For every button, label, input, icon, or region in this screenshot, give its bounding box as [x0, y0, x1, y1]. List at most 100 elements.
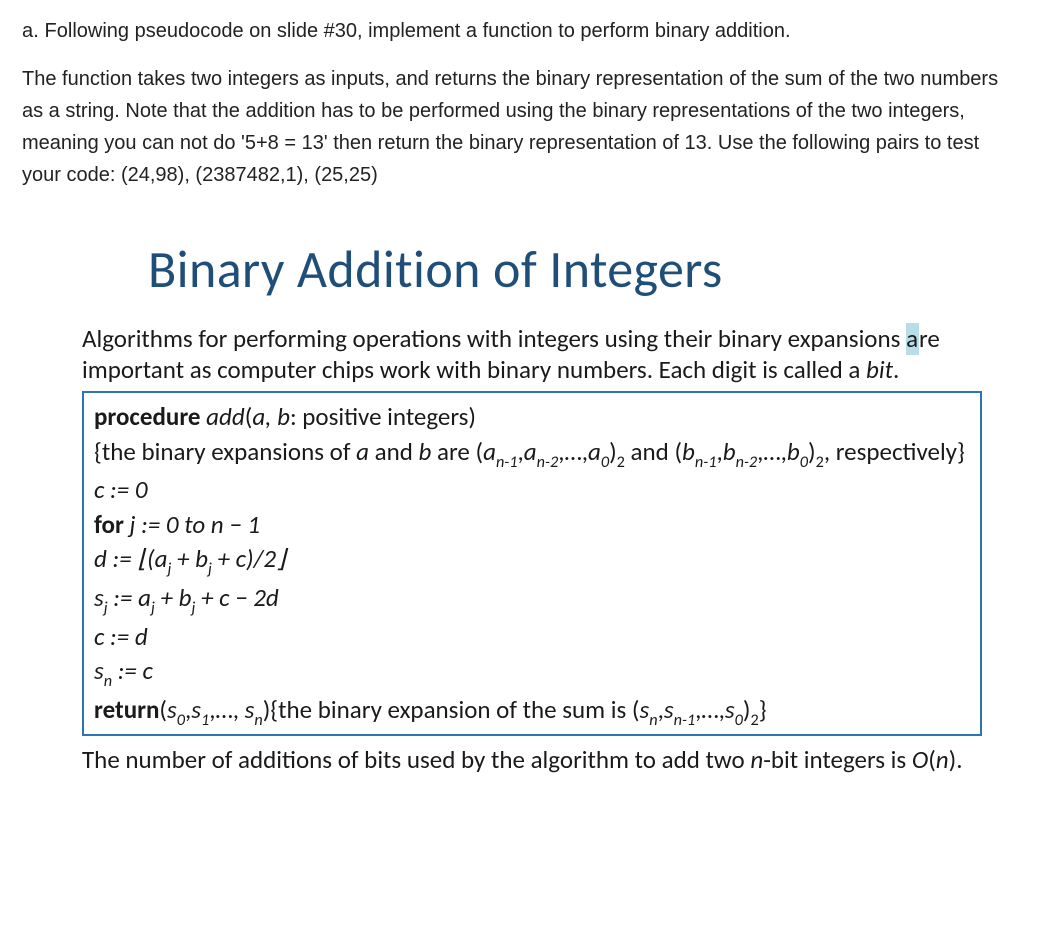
complexity-n: n — [750, 744, 763, 775]
ret-dots2: ,…, — [695, 694, 725, 725]
comma-dots1: ,…, — [558, 436, 588, 467]
kw-procedure: procedure — [94, 401, 206, 432]
intro-pre: Algorithms for performing operations wit… — [82, 323, 906, 354]
comma-dots1b: ,…, — [757, 436, 787, 467]
b-n2: b — [723, 436, 736, 467]
b-sub-n2: n-2 — [736, 453, 758, 472]
ret-sub1: 1 — [201, 711, 209, 730]
proc-args: a, b — [252, 401, 290, 432]
s-aj: a — [138, 582, 151, 613]
comment-mid2: are ( — [431, 436, 483, 467]
d-bj: b — [195, 543, 208, 574]
intro-post: important as computer chips work with bi… — [82, 354, 866, 385]
slide-title: Binary Addition of Integers — [148, 237, 1022, 301]
complexity-pre: The number of additions of bits used by … — [82, 744, 750, 775]
question-label: a. — [22, 20, 45, 42]
s-post: + c − 2d — [195, 582, 278, 613]
algo-d-line: d := ⌊(aj + bj + c)/2⌋ — [94, 542, 970, 580]
intro-highlight: are — [906, 323, 940, 355]
complexity-O: O — [912, 744, 928, 775]
proc-rest: : positive integers) — [290, 401, 476, 432]
intro-bit: bit — [866, 354, 893, 385]
ret-sna: s — [640, 694, 650, 725]
s-mid: := — [108, 582, 138, 613]
s-bj: b — [179, 582, 192, 613]
ret-open: ( — [159, 694, 167, 725]
d-aj: a — [155, 543, 168, 574]
close2: ) — [808, 436, 816, 467]
b-sub-n1: n-1 — [695, 453, 717, 472]
algo-sn-line: sn := c — [94, 654, 970, 692]
sub-0: 0 — [601, 453, 609, 472]
d-post: + c)/2⌋ — [212, 543, 286, 574]
algo-comment: {the binary expansions of a and b are (a… — [94, 435, 970, 473]
ret-s1: s — [191, 694, 201, 725]
ret-subna: n — [649, 711, 657, 730]
kw-for: for — [94, 509, 124, 540]
and-text: and ( — [625, 436, 682, 467]
slide-intro: Algorithms for performing operations wit… — [82, 323, 982, 385]
ret-s0b: s — [725, 694, 735, 725]
close1: ) — [609, 436, 617, 467]
algo-procedure: procedure add(a, b: positive integers) — [94, 400, 970, 434]
complexity-n2: n — [936, 744, 949, 775]
s-aj-sub: j — [151, 599, 155, 618]
ret-subn1: n-1 — [674, 711, 696, 730]
algo-c-init: c := 0 — [94, 473, 970, 507]
ret-base2: 2 — [751, 711, 759, 730]
complexity-paren: ( — [928, 744, 936, 775]
base2b: 2 — [816, 453, 824, 472]
proc-name: add — [206, 401, 245, 432]
a-n1: a — [483, 436, 496, 467]
sub-n1: n-1 — [496, 453, 518, 472]
ret-sub0b: 0 — [735, 711, 743, 730]
ret-sn: s — [245, 694, 255, 725]
complexity-mid: -bit integers is — [763, 744, 912, 775]
algo-c-d: c := d — [94, 620, 970, 654]
s-bj-sub: j — [191, 599, 195, 618]
ret-close2: ) — [743, 694, 751, 725]
b-sub-0: 0 — [800, 453, 808, 472]
ret-brace: } — [759, 694, 767, 725]
respectively: respectively} — [830, 436, 965, 467]
intro-end: . — [893, 354, 899, 385]
d-subj2: j — [208, 560, 212, 579]
question-line: a. Following pseudocode on slide #30, im… — [22, 20, 1022, 43]
ret-comment-pre: {the binary expansion of the sum is ( — [270, 694, 639, 725]
kw-return: return — [94, 694, 159, 725]
comment-b: b — [419, 436, 432, 467]
slide-body: Algorithms for performing operations wit… — [82, 323, 982, 775]
algo-for: for j := 0 to n − 1 — [94, 508, 970, 542]
algo-s-line: sj := aj + bj + c − 2d — [94, 581, 970, 619]
base2a: 2 — [617, 453, 625, 472]
s-s: s — [94, 582, 104, 613]
comment-a: a — [356, 436, 369, 467]
sn-rest: := c — [112, 655, 153, 686]
complexity-end: ). — [949, 744, 963, 775]
ret-sub0: 0 — [177, 711, 185, 730]
d-pre: d := ⌊( — [94, 543, 155, 574]
sn-sub: n — [104, 672, 112, 691]
a-0: a — [588, 436, 601, 467]
s-subj: j — [104, 599, 108, 618]
sn-s: s — [94, 655, 104, 686]
ret-dots: ,…, — [209, 694, 244, 725]
question-text: Following pseudocode on slide #30, imple… — [45, 20, 791, 42]
b-0: b — [787, 436, 800, 467]
b-n1: b — [682, 436, 695, 467]
complexity-note: The number of additions of bits used by … — [82, 744, 982, 775]
d-subj1: j — [168, 560, 172, 579]
intro-hl-rest: re — [919, 323, 940, 354]
intro-hl-a: a — [906, 323, 919, 355]
comment-open: {the binary expansions of — [94, 436, 356, 467]
for-rest: j := 0 to n − 1 — [124, 509, 260, 540]
d-mid1: + — [171, 543, 195, 574]
s-plus: + — [155, 582, 179, 613]
comment-mid1: and — [369, 436, 419, 467]
ret-s0: s — [167, 694, 177, 725]
ret-sn1: s — [664, 694, 674, 725]
sub-n2: n-2 — [537, 453, 559, 472]
question-description: The function takes two integers as input… — [22, 63, 1022, 191]
algorithm-box: procedure add(a, b: positive integers) {… — [82, 391, 982, 736]
a-n2: a — [524, 436, 537, 467]
